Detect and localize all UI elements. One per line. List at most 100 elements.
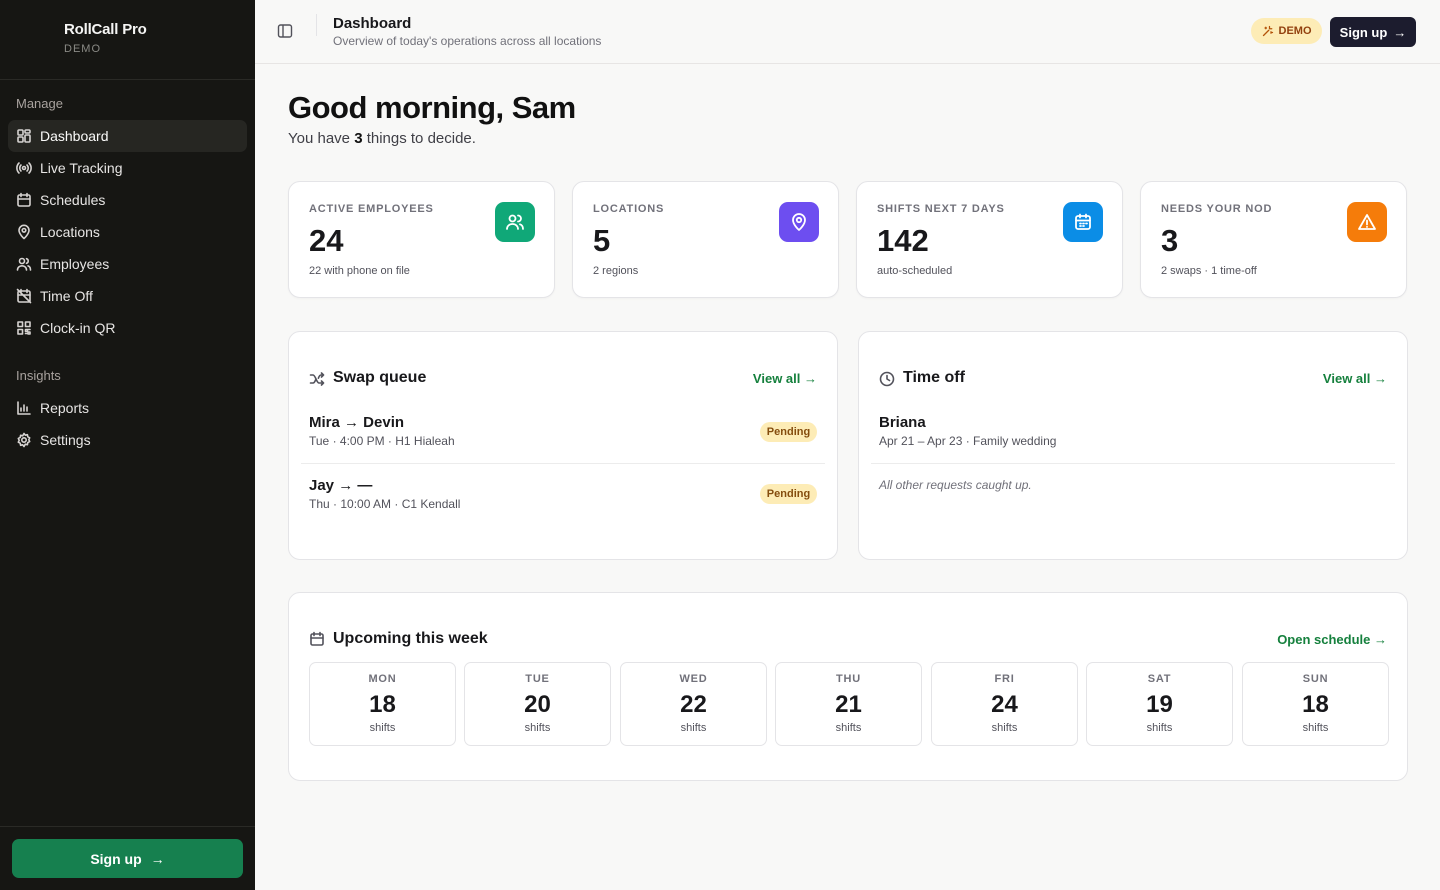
sidebar-item-live-tracking[interactable]: Live Tracking bbox=[8, 152, 247, 184]
swap-row-title[interactable]: Jay → — bbox=[309, 477, 372, 494]
stat-icon-tile bbox=[1347, 202, 1387, 242]
stat-card-locations[interactable]: LOCATIONS 5 2 regions bbox=[572, 181, 839, 298]
arrow-right-icon: → bbox=[1393, 24, 1407, 40]
day-shift-count: 18 bbox=[1302, 691, 1329, 718]
day-label: THU bbox=[835, 673, 861, 685]
sidebar-item-employees[interactable]: Employees bbox=[8, 248, 247, 280]
sidebar-item-clock-in-qr[interactable]: Clock-in QR bbox=[8, 312, 247, 344]
swap-row-detail: Tue · 4:00 PM · H1 Hialeah bbox=[309, 434, 455, 448]
day-tile-fri[interactable]: FRI 24 shifts bbox=[931, 662, 1078, 746]
stat-icon-tile bbox=[779, 202, 819, 242]
brand: RollCall Pro DEMO bbox=[0, 0, 255, 80]
dashboard-icon bbox=[17, 129, 31, 143]
stat-card-shifts[interactable]: SHIFTS NEXT 7 DAYS 142 auto-scheduled bbox=[856, 181, 1123, 298]
day-unit: shifts bbox=[1146, 722, 1173, 734]
calendar-off-icon bbox=[16, 288, 32, 304]
day-label: FRI bbox=[994, 673, 1015, 685]
day-tile-sat[interactable]: SAT 19 shifts bbox=[1086, 662, 1233, 746]
day-unit: shifts bbox=[524, 722, 551, 734]
swap-queue-card: Swap queue View all → Mira → Devin Tue ·… bbox=[288, 331, 838, 560]
sidebar-item-label: Employees bbox=[40, 256, 110, 272]
day-label: TUE bbox=[525, 673, 550, 685]
sidebar-item-label: Live Tracking bbox=[40, 160, 123, 176]
time-off-view-all-link[interactable]: View all → bbox=[1323, 371, 1387, 386]
day-tile-wed[interactable]: WED 22 shifts bbox=[620, 662, 767, 746]
sidebar-item-label: Schedules bbox=[40, 192, 106, 208]
top-header: Dashboard Overview of today's operations… bbox=[255, 0, 1440, 64]
sidebar-item-schedules[interactable]: Schedules bbox=[8, 184, 247, 216]
signup-label: Sign up bbox=[1339, 24, 1388, 40]
day-tile-tue[interactable]: TUE 20 shifts bbox=[464, 662, 611, 746]
users-icon bbox=[506, 214, 524, 230]
day-label: WED bbox=[679, 673, 708, 685]
broadcast-icon bbox=[16, 162, 32, 174]
upcoming-week-card: Upcoming this week Open schedule → MON 1… bbox=[288, 592, 1408, 781]
sidebar-item-time-off[interactable]: Time Off bbox=[8, 280, 247, 312]
sidebar-item-reports[interactable]: Reports bbox=[8, 392, 247, 424]
sidebar-toggle-icon[interactable] bbox=[277, 23, 293, 39]
nav-section-insights: Insights bbox=[16, 368, 61, 383]
map-pin-icon bbox=[792, 213, 806, 231]
swap-row-title[interactable]: Mira → Devin bbox=[309, 414, 404, 431]
brand-name: RollCall Pro bbox=[64, 21, 147, 38]
day-label: MON bbox=[368, 673, 397, 685]
header-signup-button[interactable]: Sign up → bbox=[1330, 17, 1416, 47]
day-tile-thu[interactable]: THU 21 shifts bbox=[775, 662, 922, 746]
stat-value: 3 bbox=[1161, 223, 1179, 258]
status-badge: Pending bbox=[760, 422, 817, 442]
stat-label: ACTIVE EMPLOYEES bbox=[309, 203, 434, 215]
stat-value: 142 bbox=[877, 223, 929, 258]
demo-badge: DEMO bbox=[1251, 18, 1322, 44]
card-title: Swap queue bbox=[333, 369, 427, 386]
stat-sub: 22 with phone on file bbox=[309, 265, 410, 277]
sidebar-footer: Sign up → bbox=[0, 826, 255, 890]
stat-label: NEEDS YOUR NOD bbox=[1161, 203, 1273, 215]
greeting-title: Good morning, Sam bbox=[288, 90, 576, 125]
open-schedule-link[interactable]: Open schedule → bbox=[1277, 632, 1387, 647]
day-tile-mon[interactable]: MON 18 shifts bbox=[309, 662, 456, 746]
time-off-row-detail: Apr 21 – Apr 23 · Family wedding bbox=[879, 434, 1057, 448]
sidebar-item-locations[interactable]: Locations bbox=[8, 216, 247, 248]
day-shift-count: 20 bbox=[524, 691, 551, 718]
day-label: SUN bbox=[1302, 673, 1329, 685]
swap-view-all-link[interactable]: View all → bbox=[753, 371, 817, 386]
card-title: Time off bbox=[903, 369, 965, 386]
day-unit: shifts bbox=[991, 722, 1018, 734]
sidebar-item-settings[interactable]: Settings bbox=[8, 424, 247, 456]
sidebar-item-label: Dashboard bbox=[40, 128, 109, 144]
stat-value: 5 bbox=[593, 223, 611, 258]
calendar-icon bbox=[1075, 213, 1091, 230]
status-badge: Pending bbox=[760, 484, 817, 504]
day-unit: shifts bbox=[680, 722, 707, 734]
day-unit: shifts bbox=[369, 722, 396, 734]
qr-code-icon bbox=[17, 321, 31, 335]
stat-card-active-employees[interactable]: ACTIVE EMPLOYEES 24 22 with phone on fil… bbox=[288, 181, 555, 298]
swap-row-detail: Thu · 10:00 AM · C1 Kendall bbox=[309, 497, 461, 511]
sidebar-item-label: Settings bbox=[40, 432, 91, 448]
greeting-subtitle: You have 3 things to decide. bbox=[288, 130, 476, 147]
stat-label: LOCATIONS bbox=[593, 203, 665, 215]
day-tile-sun[interactable]: SUN 18 shifts bbox=[1242, 662, 1389, 746]
greeting-count: 3 bbox=[354, 130, 363, 147]
day-unit: shifts bbox=[835, 722, 862, 734]
brand-tag: DEMO bbox=[64, 43, 101, 55]
stat-icon-tile bbox=[1063, 202, 1103, 242]
sidebar-signup-button[interactable]: Sign up → bbox=[12, 839, 243, 878]
stat-card-needs-your-nod[interactable]: NEEDS YOUR NOD 3 2 swaps · 1 time-off bbox=[1140, 181, 1407, 298]
row-divider bbox=[301, 463, 825, 464]
day-shift-count: 24 bbox=[991, 691, 1018, 718]
stat-sub: 2 regions bbox=[593, 265, 639, 277]
sidebar-item-dashboard[interactable]: Dashboard bbox=[8, 120, 247, 152]
header-divider bbox=[316, 14, 317, 36]
sidebar-item-label: Reports bbox=[40, 400, 90, 416]
arrow-right-icon: → bbox=[150, 850, 165, 867]
stat-label: SHIFTS NEXT 7 DAYS bbox=[877, 203, 1005, 215]
sidebar: RollCall Pro DEMO Manage Dashboard Live … bbox=[0, 0, 255, 890]
time-off-row-title[interactable]: Briana bbox=[879, 414, 926, 431]
stat-icon-tile bbox=[495, 202, 535, 242]
page-title: Dashboard bbox=[333, 15, 412, 32]
greeting-suffix: things to decide. bbox=[362, 130, 476, 147]
users-icon bbox=[16, 257, 32, 271]
stat-value: 24 bbox=[309, 223, 344, 258]
stat-sub: 2 swaps · 1 time-off bbox=[1161, 265, 1257, 277]
